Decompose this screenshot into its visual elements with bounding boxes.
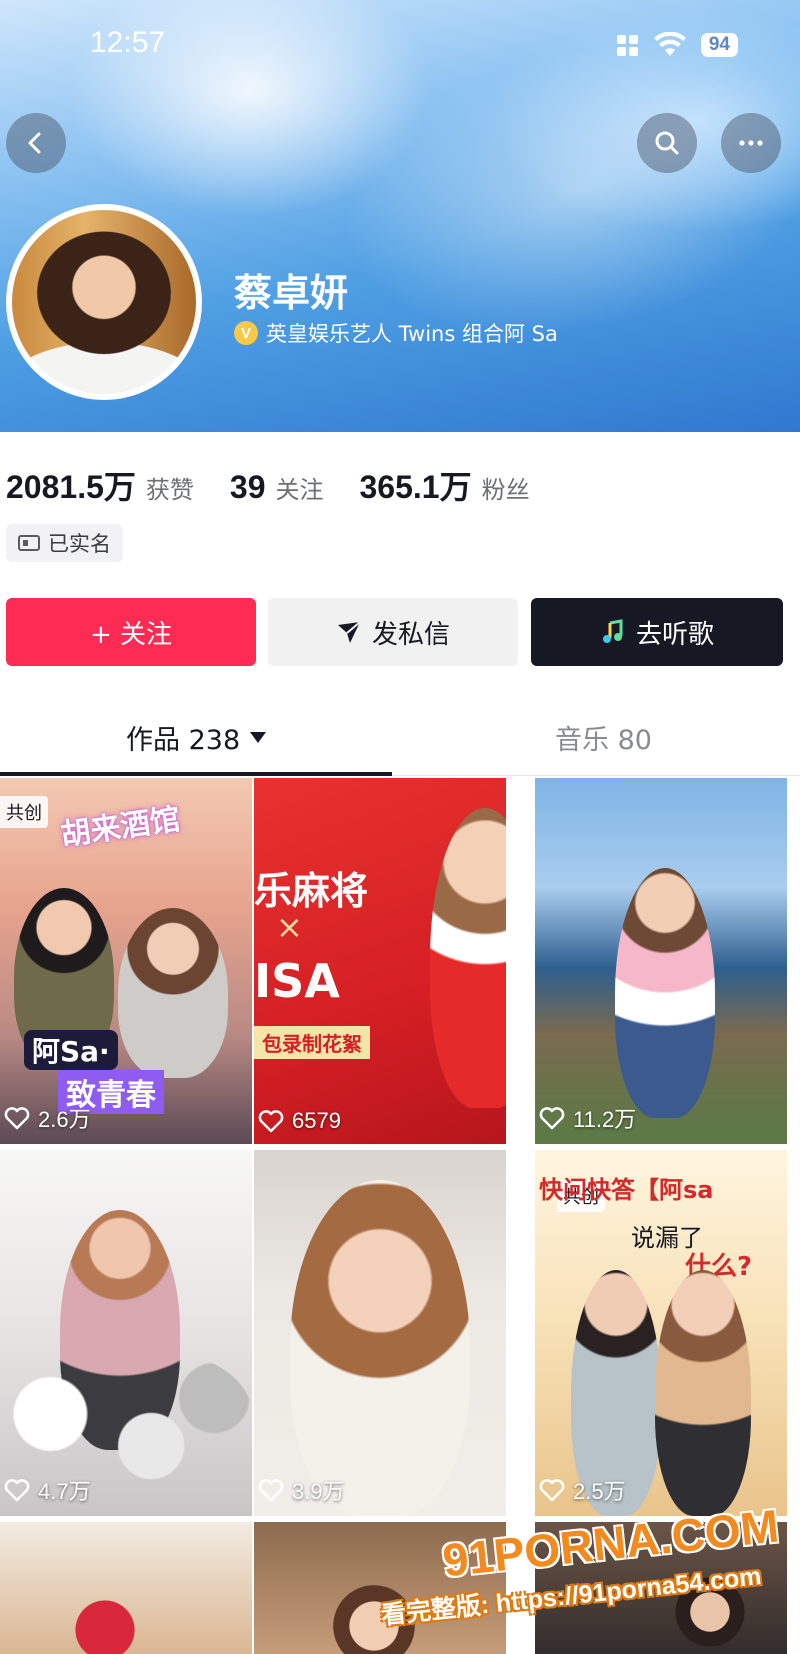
person-figure: [314, 1572, 434, 1654]
status-icons: 94: [616, 31, 738, 58]
search-button[interactable]: [637, 113, 697, 173]
tile-title-text: 乐麻将: [254, 869, 369, 913]
person-figure: [118, 908, 228, 1078]
like-count: 4.7万: [4, 1474, 91, 1506]
verified-badge-icon: V: [234, 321, 258, 345]
like-count-value: 2.6万: [38, 1107, 91, 1132]
status-time: 12:57: [90, 26, 166, 59]
like-count: 3.9万: [258, 1474, 345, 1506]
tile-name-text: 阿Sa·: [24, 1030, 118, 1070]
tab-music-label: 音乐 80: [555, 725, 652, 756]
person-figure: [655, 1270, 751, 1516]
person-figure: [50, 1582, 160, 1654]
stat-followers-label: 粉丝: [481, 476, 530, 504]
wifi-icon: [653, 31, 687, 58]
stat-likes[interactable]: 2081.5万 获赞: [6, 462, 194, 508]
tile-subtitle-text: 包录制花絮: [254, 1026, 370, 1059]
video-tile[interactable]: [535, 1522, 787, 1654]
real-name-tag-label: 已实名: [48, 532, 111, 556]
more-icon: [739, 140, 763, 146]
like-count-value: 4.7万: [38, 1479, 91, 1504]
back-arrow-icon: [28, 132, 41, 154]
video-tile[interactable]: 11.2万: [535, 778, 787, 1144]
message-button-label: 发私信: [371, 619, 450, 650]
tab-works-label: 作品 238: [126, 725, 241, 756]
stat-following-label: 关注: [275, 476, 324, 504]
heart-icon: [4, 1479, 30, 1502]
stat-following-value: 39: [229, 469, 266, 505]
search-icon: [655, 131, 679, 155]
signal-icon: [616, 34, 639, 56]
like-count: 2.6万: [4, 1102, 91, 1134]
id-card-icon: [18, 535, 40, 551]
like-count: 11.2万: [539, 1102, 636, 1134]
tile-name-text: ISA: [254, 954, 340, 1008]
heart-icon: [539, 1107, 565, 1130]
profile-name: 蔡卓妍: [234, 271, 349, 315]
status-bar: 12:57 94: [0, 0, 800, 90]
tile-title-text: 胡来酒馆: [58, 801, 183, 854]
battery-indicator: 94: [700, 33, 738, 57]
send-icon: [337, 621, 361, 643]
like-count: 2.5万: [539, 1474, 626, 1506]
stat-likes-value: 2081.5万: [6, 469, 136, 505]
message-button[interactable]: 发私信: [268, 598, 518, 666]
back-button[interactable]: [6, 113, 66, 173]
person-figure: [615, 868, 715, 1118]
real-name-tag: 已实名: [6, 524, 123, 562]
video-tile[interactable]: 4.7万: [0, 1150, 252, 1516]
tile-symbol-text: ×: [276, 908, 303, 946]
listen-music-button[interactable]: 去听歌: [531, 598, 783, 666]
heart-icon: [539, 1479, 565, 1502]
heart-icon: [258, 1479, 284, 1502]
tab-works[interactable]: 作品 238: [126, 718, 267, 757]
video-tile[interactable]: [0, 1522, 252, 1654]
listen-music-button-label: 去听歌: [635, 619, 714, 650]
person-figure: [290, 1180, 470, 1516]
stat-followers-value: 365.1万: [359, 469, 472, 505]
video-tile[interactable]: 共创 胡来酒馆 阿Sa· 致青春 2.6万: [0, 778, 252, 1144]
heart-icon: [258, 1110, 284, 1133]
like-count: 6579: [258, 1108, 341, 1134]
heart-icon: [4, 1107, 30, 1130]
stat-likes-label: 获赞: [145, 476, 194, 504]
tile-title-text: 快问快答【阿sa: [539, 1176, 714, 1204]
stats-row: 2081.5万 获赞 39 关注 365.1万 粉丝: [6, 462, 566, 508]
video-tile[interactable]: [254, 1522, 506, 1654]
more-button[interactable]: [721, 113, 781, 173]
like-count-value: 11.2万: [573, 1107, 637, 1132]
music-note-icon: [602, 619, 623, 643]
verification-row: V 英皇娱乐艺人 Twins 组合阿 Sa: [234, 318, 558, 348]
video-tile[interactable]: 共创 快问快答【阿sa 说漏了 什么? 2.5万: [535, 1150, 787, 1516]
tab-music[interactable]: 音乐 80: [555, 718, 652, 757]
person-figure: [655, 1562, 765, 1654]
follow-button-label: + 关注: [89, 619, 173, 650]
like-count-value: 3.9万: [292, 1479, 345, 1504]
like-count-value: 2.5万: [573, 1479, 626, 1504]
co-create-badge: 共创: [0, 796, 48, 828]
like-count-value: 6579: [292, 1108, 341, 1133]
video-tile[interactable]: 乐麻将 × ISA 包录制花絮 6579: [254, 778, 506, 1144]
avatar[interactable]: [6, 204, 202, 400]
follow-button[interactable]: + 关注: [6, 598, 256, 666]
stat-following[interactable]: 39 关注: [230, 469, 324, 506]
stat-followers[interactable]: 365.1万 粉丝: [359, 462, 529, 508]
person-figure: [430, 808, 506, 1108]
caret-down-icon[interactable]: [250, 732, 267, 743]
tab-active-indicator: [0, 772, 392, 776]
verification-text: 英皇娱乐艺人 Twins 组合阿 Sa: [266, 322, 558, 346]
video-tile[interactable]: 3.9万: [254, 1150, 506, 1516]
